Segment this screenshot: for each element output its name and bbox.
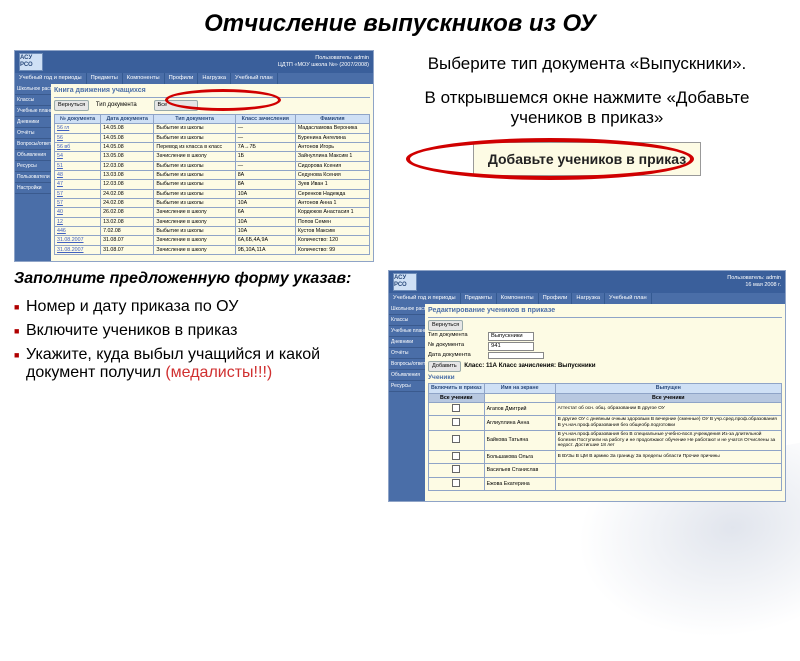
- table-row: 4813.03.08Выбытие из школы8АСедунова Ксе…: [55, 171, 370, 180]
- docnum-input[interactable]: 941: [488, 342, 534, 351]
- sidebar-item[interactable]: Вопросы/ответы: [389, 359, 425, 370]
- topbar-user: Пользователь: admin ЦДТП «МОУ школа №» (…: [278, 55, 369, 68]
- sidebar-item[interactable]: Пользователи: [15, 172, 51, 183]
- table-row: 5413.05.08Зачисление в школу1БЗайнуллина…: [55, 152, 370, 161]
- sidebar: Школьное расписание Классы Учебные планы…: [389, 304, 425, 502]
- back-button[interactable]: Вернуться: [428, 320, 463, 331]
- sidebar-item[interactable]: Вопросы/ответы: [15, 139, 51, 150]
- sidebar-item[interactable]: Отчёты: [389, 348, 425, 359]
- tab[interactable]: Профили: [539, 293, 573, 304]
- page-heading: Редактирование учеников в приказе: [428, 307, 782, 318]
- page-heading: Книга движения учащихся: [54, 87, 370, 98]
- nav-tabs[interactable]: Учебный год и периоды Предметы Компонент…: [15, 73, 373, 84]
- app-logo: АСУ РСО: [19, 53, 43, 71]
- doctype-label: Тип документа: [428, 332, 488, 341]
- sidebar-item[interactable]: Объявления: [389, 370, 425, 381]
- sidebar-item[interactable]: Настройки: [15, 183, 51, 194]
- students-subhead: Ученики: [428, 374, 782, 382]
- table-row: Байкова ТатьянаВ уч.нач.проф.образования…: [429, 430, 782, 450]
- tab[interactable]: Учебный год и периоды: [389, 293, 461, 304]
- checkbox[interactable]: [452, 465, 460, 473]
- tab[interactable]: Предметы: [461, 293, 497, 304]
- sidebar-item[interactable]: Отчёты: [15, 128, 51, 139]
- app-logo: АСУ РСО: [393, 273, 417, 291]
- add-button[interactable]: Добавить: [428, 361, 461, 372]
- table-row: Васильев Станислав: [429, 464, 782, 477]
- movements-table: № документа Дата документа Тип документа…: [54, 114, 370, 255]
- checkbox[interactable]: [452, 479, 460, 487]
- table-row: 31.08.200731.08.07Зачисление в школу6А,6…: [55, 236, 370, 245]
- tab[interactable]: Компоненты: [497, 293, 539, 304]
- sidebar-item[interactable]: Учебные планы: [389, 326, 425, 337]
- sidebar-item[interactable]: Дневники: [389, 337, 425, 348]
- back-button[interactable]: Вернуться: [54, 100, 89, 111]
- sidebar-item[interactable]: Школьное расписание: [15, 84, 51, 95]
- docdate-label: Дата документа: [428, 352, 488, 359]
- instruction-step1: Выберите тип документа «Выпускники».: [388, 54, 786, 74]
- sidebar: Школьное расписание Классы Учебные планы…: [15, 84, 51, 262]
- table-row: Аглиуллина АннаВ другие ОУ с дневным очн…: [429, 416, 782, 431]
- select-all[interactable]: Все ученики: [555, 393, 781, 402]
- sidebar-item[interactable]: Дневники: [15, 117, 51, 128]
- instructions-right: Выберите тип документа «Выпускники». В о…: [388, 50, 786, 262]
- sidebar-item[interactable]: Ресурсы: [15, 161, 51, 172]
- sidebar-item[interactable]: Учебные планы: [15, 106, 51, 117]
- doctype-select[interactable]: Все: [154, 100, 198, 111]
- bullet: Номер и дату приказа по ОУ: [14, 298, 374, 316]
- sidebar-item[interactable]: Классы: [15, 95, 51, 106]
- table-row: 56 вб14.05.08Перевод из класса в класс7А…: [55, 142, 370, 151]
- table-row: 4467.02.08Выбытие из школы10АКустов Макс…: [55, 227, 370, 236]
- tab[interactable]: Компоненты: [123, 73, 165, 84]
- tab[interactable]: Нагрузка: [198, 73, 231, 84]
- table-row: Агапов ДмитрийАттестат об осн. общ. обра…: [429, 402, 782, 415]
- bullet: Включите учеников в приказ: [14, 322, 374, 340]
- doctype-value[interactable]: Выпускники: [488, 332, 534, 341]
- select-all[interactable]: Все ученики: [429, 393, 485, 402]
- table-row: Ежова Екатерина: [429, 477, 782, 490]
- sidebar-item[interactable]: Ресурсы: [389, 381, 425, 392]
- table-row: 5724.02.08Выбытие из школы10ААнтонов Анн…: [55, 199, 370, 208]
- table-row: 56 гл14.05.08Выбытие из школы—Мадасламов…: [55, 124, 370, 133]
- table-row: Большакова ОльгаВ ВУЗы В ЦМ В армию За г…: [429, 451, 782, 464]
- sidebar-item[interactable]: Школьное расписание: [389, 304, 425, 315]
- docdate-input[interactable]: [488, 352, 544, 359]
- tab[interactable]: Учебный план: [231, 73, 278, 84]
- table-row: 5112.03.08Выбытие из школы—Сидорова Ксен…: [55, 161, 370, 170]
- form-intro: Заполните предложенную форму указав:: [14, 270, 374, 288]
- checkbox[interactable]: [452, 418, 460, 426]
- tab[interactable]: Предметы: [87, 73, 123, 84]
- tab[interactable]: Учебный год и периоды: [15, 73, 87, 84]
- instruction-step2: В открывшемся окне нажмите «Добавьте уче…: [388, 88, 786, 128]
- table-row: 5724.02.08Выбытие из школы10АСеренков На…: [55, 189, 370, 198]
- tab[interactable]: Учебный план: [605, 293, 652, 304]
- tab[interactable]: Профили: [165, 73, 199, 84]
- table-row: 4712.03.08Выбытие из школы8АЗуев Иван 1: [55, 180, 370, 189]
- bullet: Укажите, куда выбыл учащийся и какой док…: [14, 346, 374, 382]
- callout-add-students: Добавьте учеников в приказ: [473, 142, 701, 176]
- table-row: 1213.02.08Зачисление в школу10АПопов Сем…: [55, 217, 370, 226]
- slide-title: Отчисление выпускников из ОУ: [0, 10, 800, 38]
- students-table: Включить в приказ Имя на экране Выпущен …: [428, 383, 782, 491]
- checkbox[interactable]: [452, 404, 460, 412]
- table-row: 4026.02.08Зачисление в школу6АКордюков А…: [55, 208, 370, 217]
- tab[interactable]: Нагрузка: [572, 293, 605, 304]
- table-row: 31.08.200731.08.07Зачисление в школу9Б,1…: [55, 245, 370, 254]
- instructions-left: Заполните предложенную форму указав: Ном…: [14, 270, 374, 502]
- docnum-label: № документа: [428, 342, 488, 351]
- checkbox[interactable]: [452, 435, 460, 443]
- nav-tabs[interactable]: Учебный год и периоды Предметы Компонент…: [389, 293, 785, 304]
- screenshot-1: АСУ РСО Пользователь: admin ЦДТП «МОУ шк…: [14, 50, 374, 262]
- table-row: 5614.05.08Выбытие из школы—Буренина Анге…: [55, 133, 370, 142]
- class-info: Класс: 11А Класс зачисления: Выпускники: [464, 362, 595, 369]
- sidebar-item[interactable]: Объявления: [15, 150, 51, 161]
- topbar-user: Пользователь: admin 16 мая 2008 г.: [727, 275, 781, 288]
- sidebar-item[interactable]: Классы: [389, 315, 425, 326]
- checkbox[interactable]: [452, 452, 460, 460]
- doctype-label: Тип документа: [96, 102, 152, 109]
- screenshot-2: АСУ РСО Пользователь: admin 16 мая 2008 …: [388, 270, 786, 502]
